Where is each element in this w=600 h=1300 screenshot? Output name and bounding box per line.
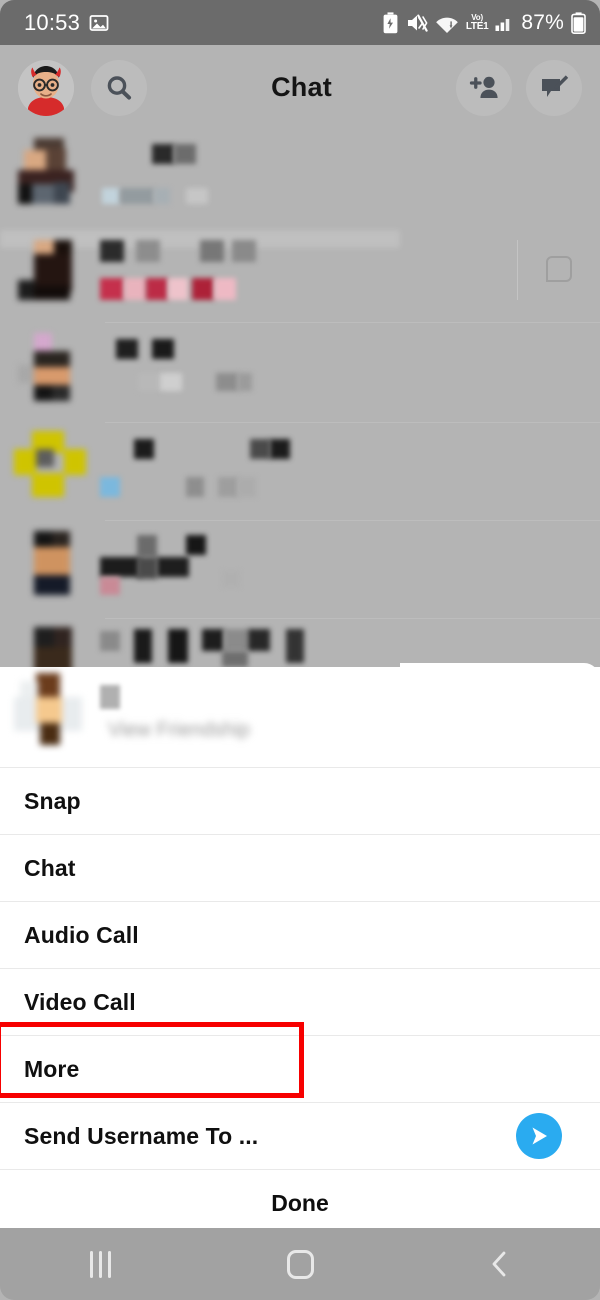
search-icon: [107, 75, 131, 100]
mute-vibrate-icon: [407, 14, 428, 32]
bitmoji-avatar-icon: [18, 59, 74, 116]
menu-item-video-call[interactable]: Video Call: [0, 968, 600, 1035]
menu-item-label: Video Call: [24, 988, 136, 1015]
status-bar-right: Vo) LTE1 87%: [382, 11, 586, 35]
action-sheet: View Friendship Snap Chat Audio Call Vid…: [0, 663, 600, 1237]
image-icon: [89, 14, 109, 31]
send-arrow-icon: [532, 1127, 547, 1145]
view-friendship-label[interactable]: View Friendship: [108, 719, 250, 742]
list-item[interactable]: [0, 521, 600, 619]
add-friend-icon: [469, 76, 498, 98]
menu-item-chat[interactable]: Chat: [0, 834, 600, 901]
menu-item-send-username[interactable]: Send Username To ...: [0, 1102, 600, 1169]
menu-item-label: Audio Call: [24, 921, 139, 948]
send-button[interactable]: [516, 1113, 562, 1159]
page-title: Chat: [271, 72, 332, 102]
status-bar-left: 10:53: [24, 10, 109, 36]
menu-item-audio-call[interactable]: Audio Call: [0, 901, 600, 968]
menu-item-label: Send Username To ...: [24, 1122, 259, 1149]
battery-percent: 87%: [521, 10, 564, 34]
signal-bars-icon: [495, 18, 510, 31]
menu-item-label: Snap: [24, 787, 81, 814]
app-header: Chat: [0, 45, 600, 130]
phone-screen: 10:53 Vo) LTE1 87% Chat View Friendship …: [0, 0, 600, 1300]
menu-item-more[interactable]: More: [0, 1035, 600, 1102]
wifi-icon: [436, 17, 458, 33]
list-item[interactable]: [0, 130, 600, 248]
add-friend-button[interactable]: [456, 59, 512, 116]
chat-list[interactable]: [0, 130, 600, 670]
recents-icon: [89, 1250, 111, 1278]
android-nav-bar: [0, 1228, 600, 1300]
menu-item-label: More: [24, 1055, 80, 1082]
sheet-header: View Friendship: [0, 667, 600, 767]
done-button[interactable]: Done: [0, 1169, 600, 1237]
sheet-avatar: [14, 673, 86, 745]
menu-item-snap[interactable]: Snap: [0, 767, 600, 834]
list-item[interactable]: [0, 218, 600, 323]
back-icon: [492, 1251, 506, 1277]
new-chat-icon: [542, 74, 569, 97]
home-icon: [286, 1249, 314, 1279]
list-item[interactable]: [0, 323, 600, 423]
home-button[interactable]: [240, 1234, 360, 1294]
battery-icon: [571, 11, 586, 34]
back-button[interactable]: [440, 1234, 560, 1294]
recents-button[interactable]: [40, 1234, 160, 1294]
battery-saver-icon: [383, 11, 398, 33]
status-clock: 10:53: [24, 9, 81, 35]
search-button[interactable]: [91, 59, 147, 116]
menu-item-label: Chat: [24, 854, 76, 881]
done-label: Done: [271, 1190, 329, 1216]
list-item[interactable]: [0, 423, 600, 521]
status-bar: 10:53 Vo) LTE1 87%: [0, 0, 600, 45]
volte-indicator: Vo) LTE1: [465, 12, 489, 32]
avatar[interactable]: [18, 59, 74, 116]
new-chat-button[interactable]: [526, 59, 582, 116]
sheet-header-blur-block: [100, 685, 120, 709]
